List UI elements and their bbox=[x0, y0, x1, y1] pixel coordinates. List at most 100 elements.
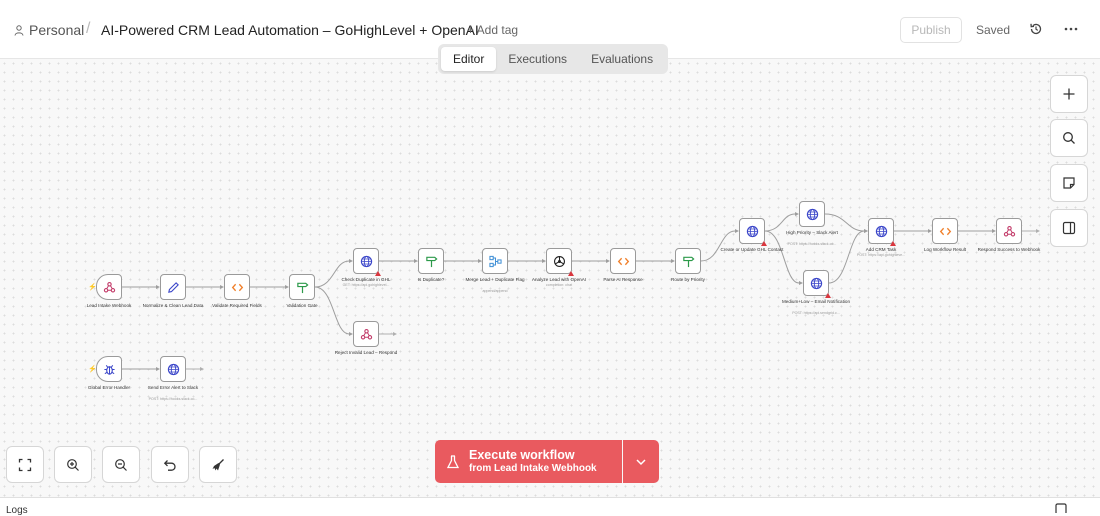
connection-line bbox=[314, 286, 350, 335]
execute-options-dropdown[interactable] bbox=[623, 440, 659, 483]
connection-line bbox=[764, 213, 796, 232]
fit-view-button[interactable] bbox=[6, 446, 44, 483]
zoom-in-icon bbox=[67, 458, 79, 471]
globe-icon bbox=[360, 255, 373, 268]
execute-workflow-button[interactable]: Execute workflow from Lead Intake Webhoo… bbox=[435, 440, 622, 483]
user-icon bbox=[14, 24, 24, 36]
globe-icon bbox=[167, 363, 180, 376]
node-normalize-clean[interactable] bbox=[160, 274, 186, 300]
openai-icon bbox=[553, 255, 566, 268]
node-label: Route by Priority bbox=[671, 277, 705, 282]
breadcrumb-project-label: Personal bbox=[29, 22, 85, 38]
add-tag-button[interactable]: + Add tag bbox=[467, 23, 518, 37]
node-parse-ai[interactable] bbox=[610, 248, 636, 274]
undo-button[interactable] bbox=[151, 446, 189, 483]
node-is-duplicate[interactable] bbox=[418, 248, 444, 274]
broom-icon bbox=[212, 458, 224, 470]
logs-panel-icon[interactable] bbox=[1055, 503, 1067, 513]
tab-editor[interactable]: Editor bbox=[441, 47, 497, 71]
node-label: Medium+Low – Email Notification bbox=[781, 299, 851, 304]
warning-icon bbox=[375, 271, 381, 276]
globe-icon bbox=[875, 225, 888, 238]
output-stub-arrow bbox=[200, 367, 204, 371]
workflow-canvas[interactable]: ⚡ Lead Intake Webhook Normalize & Clean Le… bbox=[0, 59, 1100, 497]
node-label: High Priority – Slack Alert bbox=[786, 230, 838, 235]
code-icon bbox=[617, 255, 630, 268]
node-subtitle: POST: https://api.gohighleve... bbox=[856, 253, 906, 258]
add-node-button[interactable] bbox=[1050, 75, 1088, 113]
saved-status: Saved bbox=[976, 23, 1011, 37]
breadcrumb-separator: / bbox=[86, 20, 91, 37]
node-label: Reject Invalid Lead – Respond bbox=[334, 350, 398, 355]
node-label: Validation Gate bbox=[286, 303, 318, 308]
zoom-in-button[interactable] bbox=[54, 446, 92, 483]
history-icon[interactable] bbox=[1029, 22, 1043, 36]
search-nodes-button[interactable] bbox=[1050, 119, 1088, 157]
merge-icon bbox=[488, 255, 502, 268]
connection-line bbox=[824, 213, 865, 232]
node-validate-required[interactable] bbox=[224, 274, 250, 300]
warning-icon bbox=[825, 293, 831, 298]
node-global-error[interactable]: ⚡ bbox=[88, 356, 122, 382]
node-high-priority-slack[interactable] bbox=[799, 201, 825, 227]
globe-icon bbox=[806, 208, 819, 221]
sidebar-panel-icon bbox=[1062, 221, 1076, 235]
node-reject-invalid[interactable] bbox=[353, 321, 379, 347]
node-validation-gate[interactable] bbox=[289, 274, 315, 300]
node-create-update-ghl[interactable] bbox=[739, 218, 767, 246]
bug-icon bbox=[103, 363, 116, 376]
sticky-note-icon bbox=[1063, 177, 1075, 189]
node-medium-low-email[interactable] bbox=[803, 270, 831, 298]
breadcrumb-project[interactable]: Personal bbox=[14, 22, 84, 38]
code-icon bbox=[939, 225, 952, 238]
warning-icon bbox=[890, 241, 896, 246]
search-icon bbox=[1063, 132, 1075, 144]
execute-workflow-trigger: from Lead Intake Webhook bbox=[469, 463, 597, 474]
tab-executions[interactable]: Executions bbox=[496, 47, 579, 71]
tidy-up-button[interactable] bbox=[199, 446, 237, 483]
node-subtitle: append/append bbox=[482, 288, 508, 293]
zoom-out-button[interactable] bbox=[102, 446, 140, 483]
flask-icon bbox=[447, 454, 459, 468]
node-subtitle: POST: https://hooks.slack.co... bbox=[787, 241, 837, 246]
connection-line bbox=[700, 230, 736, 262]
publish-button[interactable]: Publish bbox=[900, 17, 962, 43]
signpost-icon bbox=[296, 281, 309, 294]
node-route-priority[interactable] bbox=[675, 248, 701, 274]
node-check-duplicate[interactable] bbox=[353, 248, 381, 276]
node-lead-intake-webhook[interactable]: ⚡ bbox=[88, 274, 122, 300]
node-label: Create or Update GHL Contact bbox=[720, 247, 784, 252]
plus-icon bbox=[1063, 88, 1075, 100]
add-sticky-note-button[interactable] bbox=[1050, 164, 1088, 202]
zoom-out-icon bbox=[115, 458, 127, 471]
node-analyze-lead[interactable] bbox=[546, 248, 574, 276]
workflow-title[interactable]: AI-Powered CRM Lead Automation – GoHighL… bbox=[101, 22, 479, 38]
logs-bar[interactable]: Logs bbox=[0, 497, 1100, 516]
warning-icon bbox=[761, 241, 767, 246]
webhook-icon bbox=[1003, 225, 1016, 238]
signpost-icon bbox=[425, 255, 438, 268]
node-label: Respond Success to Webhook bbox=[977, 247, 1041, 252]
tab-evaluations[interactable]: Evaluations bbox=[579, 47, 665, 71]
node-respond-success[interactable] bbox=[996, 218, 1022, 244]
globe-icon bbox=[746, 225, 759, 238]
toggle-panel-button[interactable] bbox=[1050, 209, 1088, 247]
node-send-error-slack[interactable] bbox=[160, 356, 186, 382]
output-stub-arrow bbox=[1036, 229, 1040, 233]
output-stub-arrow bbox=[393, 332, 397, 336]
webhook-icon bbox=[103, 281, 116, 294]
execute-workflow-text: Execute workflow from Lead Intake Webhoo… bbox=[469, 448, 597, 475]
trigger-bolt-icon: ⚡ bbox=[88, 366, 97, 373]
signpost-icon bbox=[682, 255, 695, 268]
chevron-down-icon bbox=[636, 458, 646, 465]
node-subtitle: POST: https://api.sendgrid.c... bbox=[792, 310, 840, 315]
pencil-icon bbox=[167, 281, 180, 294]
connection-line bbox=[764, 230, 800, 284]
node-label: Send Error Alert to Slack bbox=[147, 385, 199, 390]
node-merge-lead[interactable] bbox=[482, 248, 508, 274]
more-options-icon[interactable] bbox=[1063, 22, 1079, 36]
node-subtitle: GET: https://api.gohighlevel... bbox=[342, 283, 390, 288]
node-add-crm-task[interactable] bbox=[868, 218, 896, 246]
node-log-workflow[interactable] bbox=[932, 218, 958, 244]
undo-icon bbox=[163, 459, 176, 471]
